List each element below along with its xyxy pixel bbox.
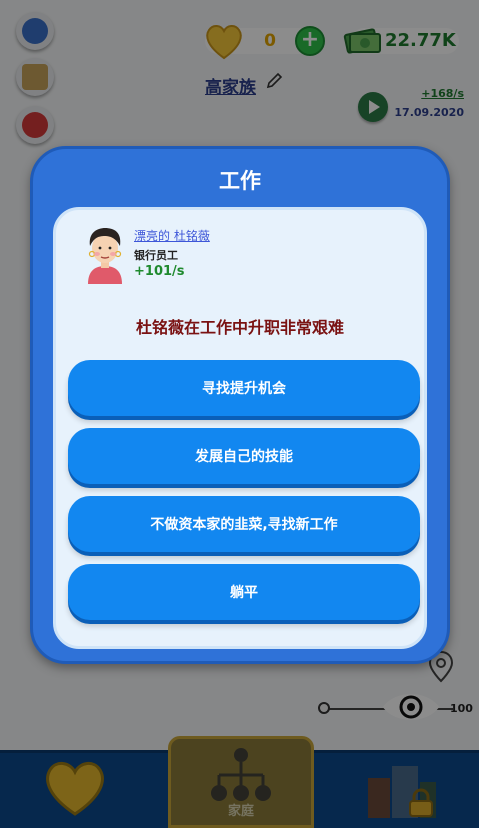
avatar	[88, 228, 122, 284]
event-question: 杜铭薇在工作中升职非常艰难	[135, 318, 344, 337]
option-lie-flat-button[interactable]: 躺平	[68, 564, 420, 620]
dialog-title: 工作	[219, 169, 261, 193]
person-job: 银行员工	[134, 249, 178, 262]
option-new-job-button[interactable]: 不做资本家的韭菜,寻找新工作	[68, 496, 420, 552]
person-name-link[interactable]: 漂亮的 杜铭薇	[134, 227, 210, 244]
option-seek-promotion-button[interactable]: 寻找提升机会	[68, 360, 420, 416]
person-income: +101/s	[134, 264, 185, 279]
job-dialog: 工作 漂亮的 杜铭薇 银行员工 +101/s 杜铭薇在工作中升职非常艰难 寻找提…	[30, 146, 450, 664]
dialog-card: 漂亮的 杜铭薇 银行员工 +101/s 杜铭薇在工作中升职非常艰难 寻找提升机会…	[53, 207, 427, 649]
option-develop-skills-button[interactable]: 发展自己的技能	[68, 428, 420, 484]
